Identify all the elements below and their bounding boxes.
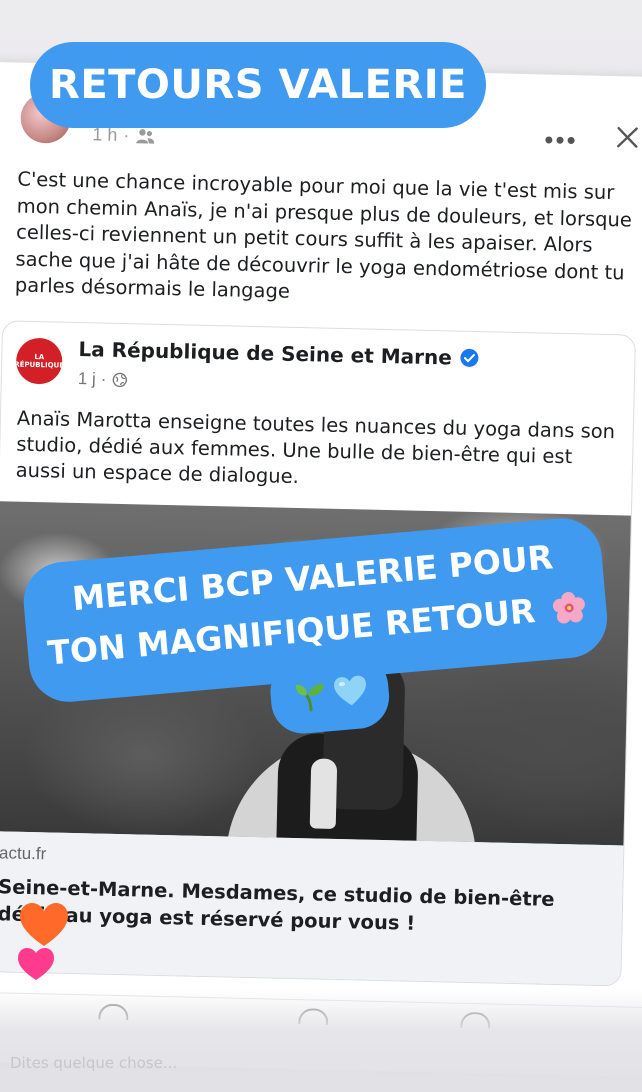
page-name-text: La République de Seine et Marne <box>78 336 453 370</box>
pink-heart-icon <box>18 948 54 980</box>
shared-post-text: Anaïs Marotta enseigne toutes les nuance… <box>15 406 616 489</box>
post-caption: C'est une chance incroyable pour moi que… <box>14 167 633 303</box>
shared-post-meta: 1 j · <box>78 369 128 390</box>
reply-input[interactable]: Dites quelque chose... <box>10 1054 177 1072</box>
shared-post-time: 1 j <box>77 368 97 389</box>
blue-heart-emoji <box>334 675 366 706</box>
shared-post-header: LA RÉPUBLIQUE La République de Seine et … <box>2 321 635 405</box>
link-title: Seine-et-Marne. Mesdames, ce studio de b… <box>0 875 555 935</box>
close-icon[interactable] <box>612 122 642 153</box>
link-domain: actu.fr <box>0 843 47 864</box>
photo-figure-hands <box>309 758 338 829</box>
globe-icon <box>112 372 127 388</box>
heart-reactions <box>18 903 68 980</box>
verified-icon <box>460 348 479 367</box>
story-screen: 1 h · ••• C'est une chance incroyable po… <box>0 0 642 1092</box>
link-preview[interactable]: actu.fr Seine-et-Marne. Mesdames, ce stu… <box>0 831 624 986</box>
page-logo[interactable]: LA RÉPUBLIQUE <box>14 337 64 385</box>
bottom-fade <box>0 990 642 1092</box>
more-icon[interactable]: ••• <box>544 125 578 157</box>
orange-heart-icon <box>20 903 68 946</box>
friends-icon <box>136 128 155 144</box>
flower-emoji <box>553 591 586 624</box>
page-name[interactable]: La République de Seine et Marne <box>78 337 480 370</box>
sprout-emoji <box>295 683 324 712</box>
title-sticker: RETOURS VALERIE <box>30 42 486 128</box>
emoji-row <box>289 668 373 719</box>
